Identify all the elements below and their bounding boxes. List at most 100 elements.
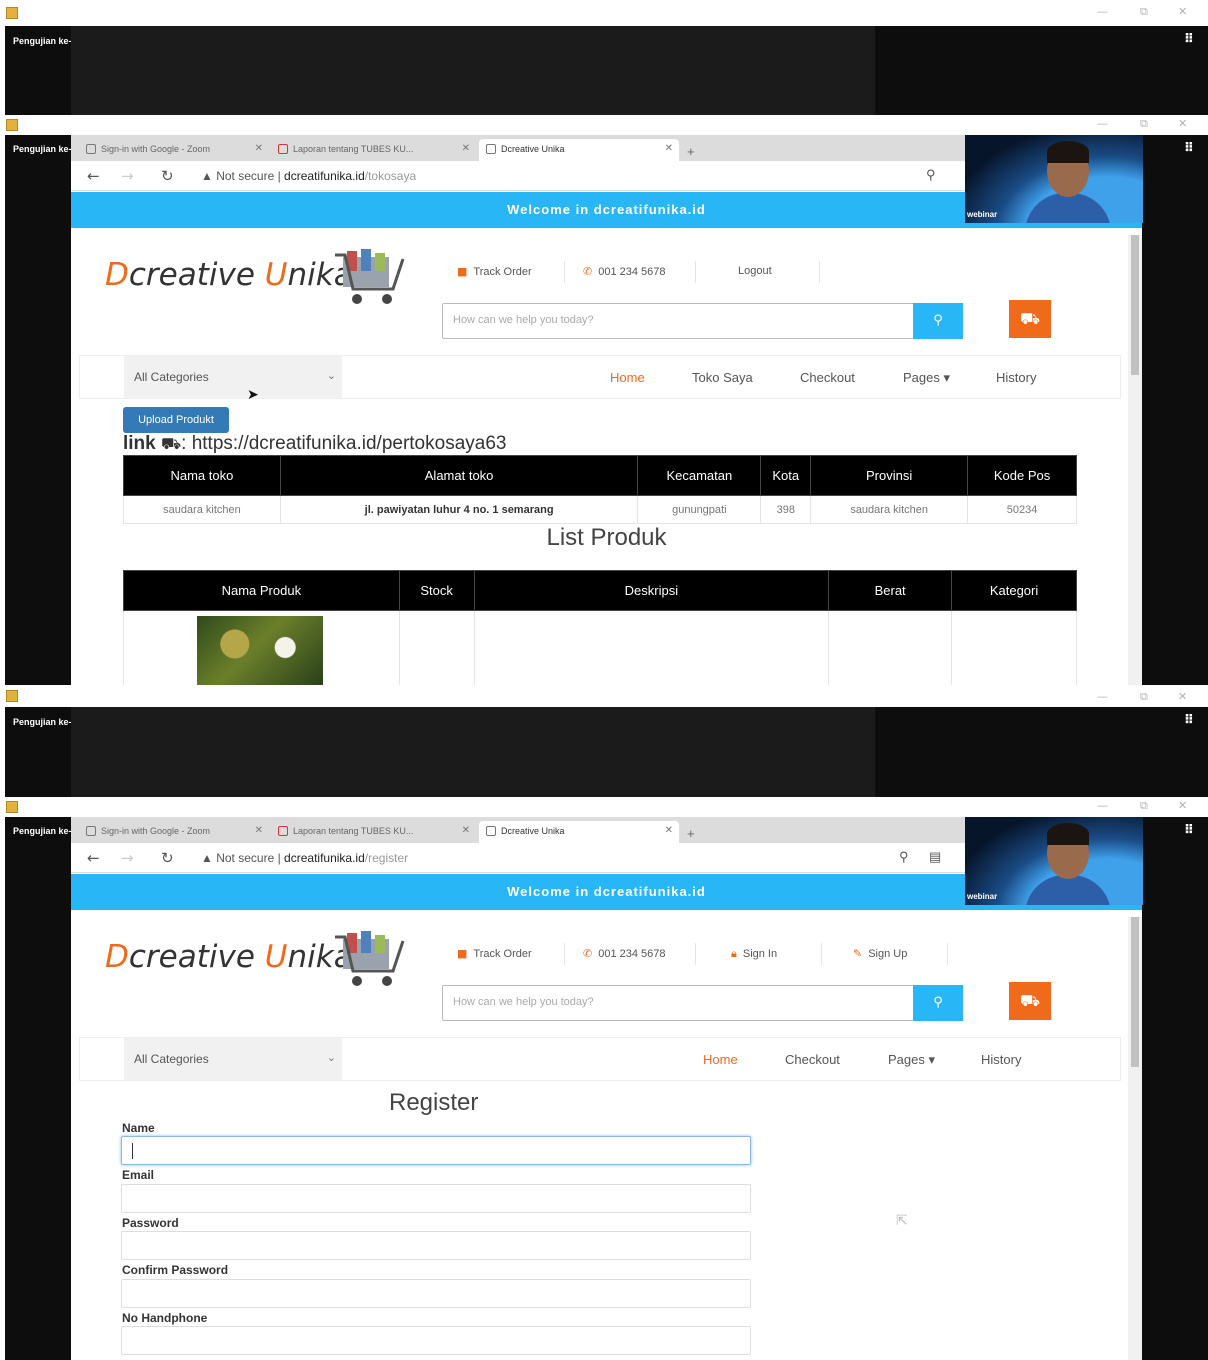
scrollbar-thumb[interactable]	[1131, 235, 1139, 375]
presenter-hair	[1047, 823, 1089, 845]
nav-home[interactable]: Home	[610, 370, 645, 385]
page-scrollbar[interactable]	[1128, 917, 1142, 1360]
search-button[interactable]: ⚲	[913, 303, 963, 339]
nav-checkout[interactable]: Checkout	[785, 1052, 840, 1067]
tab-close-icon[interactable]: ✕	[462, 825, 470, 836]
nav-history[interactable]: History	[996, 370, 1036, 385]
store-link[interactable]: link ⛟: https://dcreatifunika.id/pertoko…	[123, 433, 506, 455]
cart-button[interactable]: ⛟	[1009, 300, 1051, 338]
cart-button[interactable]: ⛟	[1009, 982, 1051, 1020]
window-titlebar: — ⧉ ✕	[0, 797, 1208, 817]
upload-product-button[interactable]: Upload Produkt	[123, 407, 229, 433]
reading-view-icon[interactable]: ▤	[929, 849, 941, 865]
sign-up-link[interactable]: ✎ Sign Up	[853, 947, 907, 960]
site-logo[interactable]: Dcreative Unika	[105, 257, 353, 293]
webcam-thumbnail: webinar	[965, 817, 1143, 905]
zoom-icon[interactable]: ⚲	[899, 849, 909, 865]
new-tab-button[interactable]: +	[681, 139, 705, 161]
url-bar[interactable]: ▲ Not secure | dcreatifunika.id/register	[201, 851, 408, 865]
restore-icon[interactable]: ⧉	[1140, 5, 1148, 19]
category-select[interactable]: All Categories ⌄	[124, 356, 342, 398]
logout-link[interactable]: Logout	[738, 265, 772, 277]
back-icon[interactable]: ←	[87, 849, 100, 867]
table-header: Nama Produk	[123, 570, 400, 611]
browser-tab-active[interactable]: Dcreative Unika ✕	[479, 821, 679, 843]
gallery-grid-icon[interactable]: ⠿	[1184, 32, 1194, 47]
gallery-grid-icon[interactable]: ⠿	[1184, 823, 1194, 838]
track-order-link[interactable]: ■ Track Order	[457, 947, 532, 960]
password-label: Password	[122, 1216, 179, 1230]
gallery-grid-icon[interactable]: ⠿	[1184, 141, 1194, 156]
confirm-password-field[interactable]	[121, 1279, 751, 1308]
nav-pages[interactable]: Pages ▾	[888, 1052, 935, 1068]
video-panel	[71, 707, 875, 797]
webcam-name-tag: webinar	[967, 210, 998, 219]
restore-icon[interactable]: ⧉	[1140, 690, 1148, 704]
browser-tab[interactable]: Laporan tentang TUBES KU... ✕	[271, 139, 476, 161]
phone-number-field[interactable]	[121, 1326, 751, 1355]
tab-close-icon[interactable]: ✕	[255, 143, 263, 154]
tab-label: Dcreative Unika	[501, 144, 565, 154]
site-logo[interactable]: Dcreative Unika	[105, 939, 353, 975]
app-icon	[6, 690, 18, 702]
nav-history[interactable]: History	[981, 1052, 1021, 1067]
edit-icon: ✎	[853, 947, 863, 960]
cart-icon: ⛟	[161, 434, 182, 453]
nav-home[interactable]: Home	[703, 1052, 738, 1067]
page-scrollbar[interactable]	[1128, 235, 1142, 685]
scrollbar-thumb[interactable]	[1131, 917, 1139, 1067]
reload-icon[interactable]: ↻	[161, 849, 174, 867]
nav-pages[interactable]: Pages ▾	[903, 370, 950, 386]
close-icon[interactable]: ✕	[1178, 690, 1187, 703]
category-select[interactable]: All Categories ⌄	[124, 1038, 342, 1080]
restore-icon[interactable]: ⧉	[1140, 117, 1148, 131]
nav-toko-saya[interactable]: Toko Saya	[692, 370, 753, 385]
restore-icon[interactable]: ⧉	[1140, 799, 1148, 813]
new-tab-button[interactable]: +	[681, 821, 705, 843]
browser-tab-active[interactable]: Dcreative Unika ✕	[479, 139, 679, 161]
cart-icon: ⛟	[1019, 991, 1041, 1010]
tab-close-icon[interactable]: ✕	[462, 143, 470, 154]
minimize-icon[interactable]: —	[1097, 5, 1108, 18]
gallery-grid-icon[interactable]: ⠿	[1184, 713, 1194, 728]
divider	[695, 943, 696, 965]
minimize-icon[interactable]: —	[1097, 690, 1108, 703]
truck-icon: ■	[457, 947, 468, 960]
back-icon[interactable]: ←	[87, 167, 100, 185]
reload-icon[interactable]: ↻	[161, 167, 174, 185]
forward-icon[interactable]: →	[121, 849, 134, 867]
divider	[819, 261, 820, 283]
main-navbar: All Categories ⌄ Home Checkout Pages ▾ Hi…	[79, 1037, 1121, 1081]
url-bar[interactable]: ▲ Not secure | dcreatifunika.id/tokosaya	[201, 169, 416, 183]
nav-checkout[interactable]: Checkout	[800, 370, 855, 385]
password-field[interactable]	[121, 1231, 751, 1260]
search-input[interactable]: How can we help you today?	[453, 996, 594, 1008]
phone-link[interactable]: ✆ 001 234 5678	[583, 265, 666, 278]
search-button[interactable]: ⚲	[913, 985, 963, 1021]
browser-tab[interactable]: Laporan tentang TUBES KU... ✕	[271, 821, 476, 843]
track-order-link[interactable]: ■ Track Order	[457, 265, 532, 278]
table-cell: jl. pawiyatan luhur 4 no. 1 semarang	[279, 495, 639, 524]
tab-close-icon[interactable]: ✕	[665, 143, 673, 154]
tab-favicon-icon	[486, 144, 496, 154]
tab-close-icon[interactable]: ✕	[255, 825, 263, 836]
email-field[interactable]	[121, 1184, 751, 1213]
forward-icon[interactable]: →	[121, 167, 134, 185]
close-icon[interactable]: ✕	[1178, 117, 1187, 130]
browser-tab[interactable]: Sign-in with Google - Zoom ✕	[79, 821, 269, 843]
close-icon[interactable]: ✕	[1178, 5, 1187, 18]
sign-in-link[interactable]: 🔒︎ Sign In	[731, 947, 777, 961]
close-icon[interactable]: ✕	[1178, 799, 1187, 812]
tab-label: Laporan tentang TUBES KU...	[293, 826, 414, 836]
minimize-icon[interactable]: —	[1097, 117, 1108, 130]
browser-tab[interactable]: Sign-in with Google - Zoom ✕	[79, 139, 269, 161]
search-input[interactable]: How can we help you today?	[453, 314, 594, 326]
phone-link[interactable]: ✆ 001 234 5678	[583, 947, 666, 960]
chevron-down-icon: ⌄	[326, 369, 336, 382]
name-field[interactable]	[121, 1136, 751, 1165]
meeting-window-1: — ⧉ ✕ Pengujian ke-1 ⠿	[0, 0, 1208, 115]
tab-close-icon[interactable]: ✕	[665, 825, 673, 836]
minimize-icon[interactable]: —	[1097, 799, 1108, 812]
zoom-icon[interactable]: ⚲	[926, 167, 936, 183]
presenter-body	[1025, 193, 1111, 223]
